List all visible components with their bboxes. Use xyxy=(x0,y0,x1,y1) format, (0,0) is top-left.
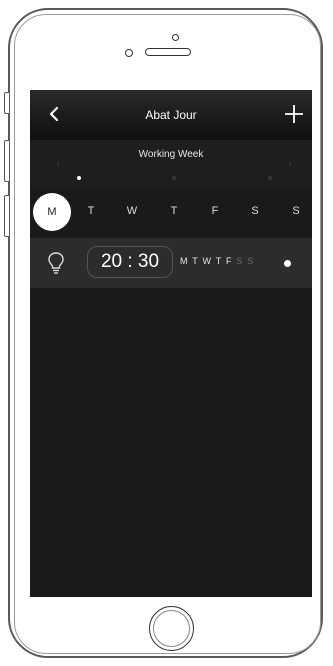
day-monday-button[interactable]: M xyxy=(33,193,71,231)
day-thursday-button[interactable]: T xyxy=(159,201,189,221)
light-bulb-icon xyxy=(48,252,64,274)
program-selector[interactable]: ‹ Working Week › xyxy=(30,140,312,188)
repeat-day-thursday: T xyxy=(215,256,223,266)
proximity-sensor xyxy=(125,49,133,57)
repeat-day-sunday: S xyxy=(247,256,255,266)
enabled-indicator-dot[interactable] xyxy=(284,260,291,267)
repeat-day-saturday: S xyxy=(236,256,244,266)
repeat-day-monday: M xyxy=(180,256,189,266)
page-indicator-dot xyxy=(172,176,176,180)
program-name: Working Week xyxy=(138,149,204,160)
day-friday-button[interactable]: F xyxy=(200,201,230,221)
day-wednesday-button[interactable]: W xyxy=(117,201,147,221)
earpiece-speaker xyxy=(145,48,191,56)
day-sunday-button[interactable]: S xyxy=(281,201,311,221)
nav-header: Abat Jour xyxy=(30,90,312,140)
repeat-day-friday: F xyxy=(226,256,233,266)
plus-icon[interactable] xyxy=(284,102,304,126)
page-title: Abat Jour xyxy=(145,108,197,122)
home-button-ring xyxy=(153,610,190,647)
page-indicator-dot xyxy=(77,176,81,180)
repeat-days: M T W T F S S xyxy=(180,256,255,266)
app-screen: Abat Jour ‹ Working Week › M T W T F S S… xyxy=(30,90,312,597)
volume-down-button xyxy=(4,195,9,237)
volume-up-button xyxy=(4,140,9,182)
day-selector: M T W T F S S xyxy=(30,188,312,238)
mute-switch xyxy=(4,92,9,114)
day-saturday-button[interactable]: S xyxy=(240,201,270,221)
time-field[interactable]: 20 : 30 xyxy=(87,246,173,278)
chevron-right-icon[interactable]: › xyxy=(288,156,292,170)
repeat-day-tuesday: T xyxy=(192,256,199,266)
repeat-day-wednesday: W xyxy=(202,256,213,266)
schedule-row[interactable]: 20 : 30 M T W T F S S xyxy=(30,238,312,288)
day-tuesday-button[interactable]: T xyxy=(76,201,106,221)
front-camera xyxy=(172,34,179,41)
page-indicator-dot xyxy=(268,176,272,180)
